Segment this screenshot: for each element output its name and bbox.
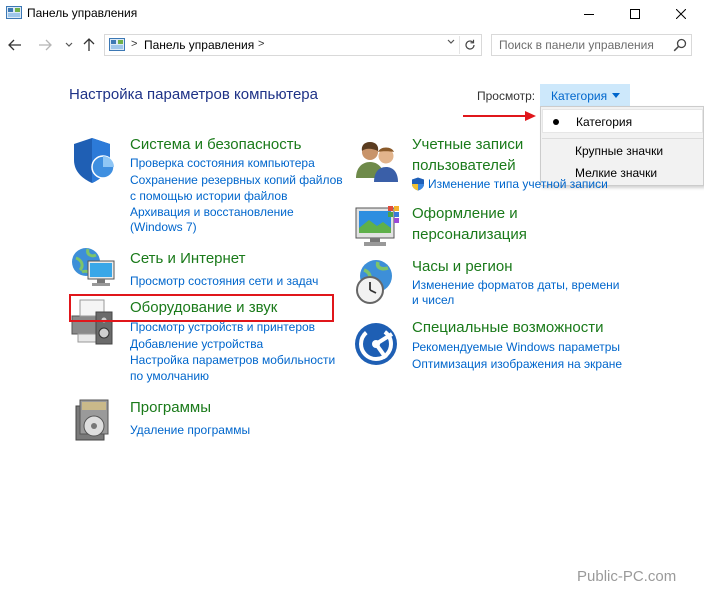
- category-ease-of-access[interactable]: Специальные возможности: [412, 318, 604, 338]
- shield-icon: [74, 138, 115, 183]
- minimize-icon: [584, 14, 594, 15]
- back-button[interactable]: [6, 36, 24, 54]
- window-title: Панель управления: [27, 6, 138, 20]
- programs-icon: [75, 399, 109, 441]
- category-system-security[interactable]: Система и безопасность: [130, 135, 301, 155]
- control-panel-icon: [6, 6, 22, 19]
- address-bar[interactable]: > Панель управления >: [104, 34, 482, 56]
- link-date-time-formats[interactable]: Изменение форматов даты, времени: [412, 277, 620, 293]
- annotation-arrow-icon: [463, 111, 536, 121]
- link-backup-restore[interactable]: Архивация и восстановление: [130, 204, 294, 220]
- breadcrumb-control-panel[interactable]: Панель управления: [144, 38, 254, 52]
- navigation-bar: > Панель управления >: [0, 32, 704, 60]
- maximize-icon: [630, 9, 640, 19]
- category-user-accounts-line2[interactable]: пользователей: [412, 156, 516, 176]
- forward-button[interactable]: [36, 36, 54, 54]
- link-backup-files-cont[interactable]: с помощью истории файлов: [130, 188, 287, 204]
- view-option-label: Крупные значки: [575, 144, 664, 158]
- chevron-down-icon[interactable]: [447, 39, 455, 45]
- up-button[interactable]: [80, 36, 98, 54]
- breadcrumb-separator[interactable]: >: [258, 38, 264, 50]
- link-mobility-settings-cont[interactable]: по умолчанию: [130, 368, 209, 384]
- control-panel-icon: [109, 38, 125, 51]
- title-bar: Панель управления: [0, 0, 704, 28]
- search-input[interactable]: [492, 35, 668, 55]
- search-icon[interactable]: [673, 38, 687, 52]
- view-dropdown-menu: Категория Крупные значки Мелкие значки: [540, 106, 704, 186]
- link-optimize-display[interactable]: Оптимизация изображения на экране: [412, 356, 622, 372]
- category-network-internet[interactable]: Сеть и Интернет: [130, 249, 246, 269]
- refresh-button[interactable]: [459, 36, 479, 54]
- view-option-label: Категория: [576, 115, 633, 129]
- close-button[interactable]: [658, 0, 704, 28]
- network-icon: [72, 248, 115, 286]
- page-heading: Настройка параметров компьютера: [69, 86, 318, 103]
- category-appearance[interactable]: Оформление и: [412, 204, 518, 224]
- refresh-icon: [464, 39, 475, 50]
- link-recommended-settings[interactable]: Рекомендуемые Windows параметры: [412, 339, 620, 355]
- appearance-icon: [355, 206, 399, 246]
- link-network-status[interactable]: Просмотр состояния сети и задач: [130, 273, 318, 289]
- link-backup-restore-cont[interactable]: (Windows 7): [130, 219, 197, 235]
- accessibility-icon: [355, 323, 397, 365]
- back-arrow-icon: [8, 39, 21, 51]
- minimize-button[interactable]: [566, 0, 612, 28]
- link-change-account-type[interactable]: Изменение типа учетной записи: [428, 176, 608, 192]
- view-option-category[interactable]: Категория: [542, 109, 703, 133]
- link-uninstall-program[interactable]: Удаление программы: [130, 422, 250, 438]
- link-backup-files[interactable]: Сохранение резервных копий файлов: [130, 172, 343, 188]
- link-mobility-settings[interactable]: Настройка параметров мобильности: [130, 352, 335, 368]
- view-option-large-icons[interactable]: Крупные значки: [542, 139, 703, 163]
- breadcrumb-separator[interactable]: >: [131, 38, 137, 50]
- view-select-value[interactable]: Категория: [551, 89, 607, 103]
- annotation-highlight-box: [69, 294, 334, 322]
- users-icon: [356, 142, 398, 182]
- uac-shield-icon: [412, 177, 424, 191]
- search-box[interactable]: [491, 34, 692, 56]
- close-icon: [676, 9, 686, 19]
- category-programs[interactable]: Программы: [130, 398, 211, 418]
- link-add-device[interactable]: Добавление устройства: [130, 336, 263, 352]
- category-clock-region[interactable]: Часы и регион: [412, 257, 513, 277]
- maximize-button[interactable]: [612, 0, 658, 28]
- clock-icon: [356, 260, 392, 304]
- category-user-accounts[interactable]: Учетные записи: [412, 135, 523, 155]
- up-arrow-icon: [83, 38, 95, 51]
- recent-chevron-icon: [65, 42, 73, 47]
- triangle-down-icon: [612, 93, 620, 98]
- link-check-computer-status[interactable]: Проверка состояния компьютера: [130, 155, 315, 171]
- link-date-time-formats-cont[interactable]: и чисел: [412, 292, 454, 308]
- forward-arrow-icon: [39, 39, 52, 51]
- view-select[interactable]: Категория: [540, 84, 630, 106]
- recent-locations-button[interactable]: [60, 36, 78, 54]
- category-appearance-line2[interactable]: персонализация: [412, 225, 527, 245]
- watermark: Public-PC.com: [577, 568, 677, 585]
- selected-bullet-icon: [553, 119, 559, 125]
- view-label: Просмотр:: [477, 89, 536, 103]
